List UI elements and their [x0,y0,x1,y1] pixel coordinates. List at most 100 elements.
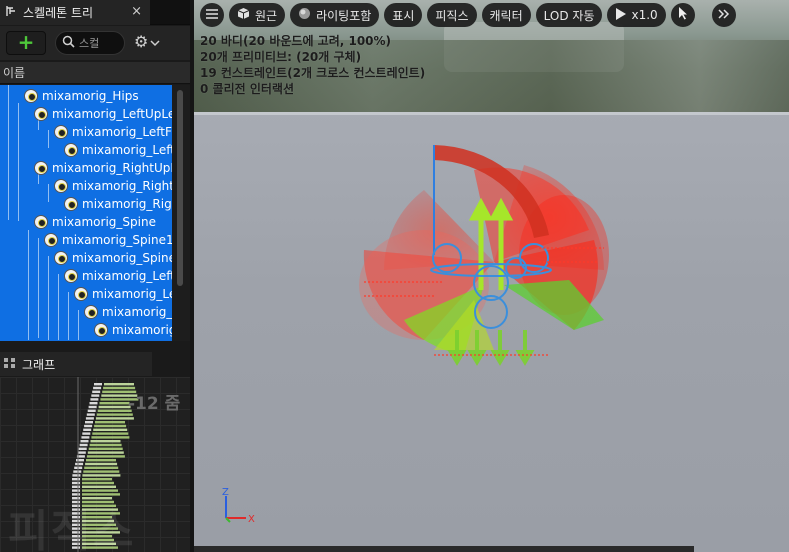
more-button[interactable] [711,3,736,27]
graph-node-pin[interactable] [91,394,100,397]
graph-node-pin[interactable] [90,398,99,401]
graph-node[interactable] [84,466,119,469]
graph-node[interactable] [85,462,118,466]
settings-button[interactable]: ⚙ [134,32,160,51]
tree-row-left-toe[interactable]: mixamorig_Left [64,141,172,159]
graph-node[interactable] [94,424,127,428]
graph-node-pin[interactable] [72,474,81,477]
graph-node-pin[interactable] [87,409,96,412]
tree-row-left-shoulder[interactable]: mixamorig_Left [64,267,172,285]
add-button[interactable]: + [6,31,46,55]
select-mode-button[interactable] [670,3,695,27]
graph-node[interactable] [82,474,121,477]
graph-node-pin[interactable] [92,390,101,393]
tree-row-hips[interactable]: mixamorig_Hips [24,87,139,105]
tree-row-spine2[interactable]: mixamorig_Spine [54,249,172,267]
graph-node[interactable] [88,447,123,450]
search-placeholder: 스컬 [79,37,100,50]
graph-node-pin[interactable] [72,485,80,488]
tab-graph[interactable]: 그래프 [0,352,152,376]
graph-node-pin[interactable] [73,470,82,473]
graph-node[interactable] [86,459,116,462]
graph-node[interactable] [83,470,120,473]
graph-node-pin[interactable] [75,462,84,466]
tree-row-left-foot[interactable]: mixamorig_LeftFo [54,123,172,141]
graph-node-pin[interactable] [88,405,97,409]
hamburger-icon [206,8,218,22]
graph-node[interactable] [92,432,129,435]
tree-row-right-toe[interactable]: mixamorig_Righ [64,195,172,213]
tree-row-right-foot[interactable]: mixamorig_Righth [54,177,172,195]
graph-node-pin[interactable] [89,402,98,405]
bone-icon [24,89,38,103]
close-icon[interactable]: × [131,4,142,19]
graph-node-pin[interactable] [85,421,93,424]
graph-node[interactable] [90,440,121,443]
graph-node[interactable] [98,405,131,409]
tree-guide [8,85,9,220]
graph-node-pin[interactable] [80,440,89,443]
perspective-button[interactable]: 원근 [229,3,286,27]
viewport-stats: 20 바디(20 바운드에 고려, 100%) 20개 프리미티브: (20개 … [200,33,425,97]
tree-row-right-up-leg[interactable]: mixamorig_RightUpL [34,159,172,177]
graph-node-pin[interactable] [76,459,84,462]
graph-node[interactable] [95,417,134,420]
graph-node[interactable] [89,443,122,447]
tree-row-left-up-leg[interactable]: mixamorig_LeftUpLe [34,105,172,123]
graph-node[interactable] [82,489,118,492]
show-button[interactable]: 표시 [384,3,423,27]
tree-row-left-hand[interactable]: mixamorig [94,321,172,339]
lighting-button[interactable]: 라이팅포함 [290,3,380,27]
graph-node[interactable] [86,455,125,458]
graph-node-pin[interactable] [86,413,95,416]
search-input[interactable]: 스컬 [55,31,125,55]
bone-icon [94,323,108,337]
tree-row-left-arm[interactable]: mixamorig_Le [74,285,172,303]
graph-node[interactable] [87,451,124,454]
stat-constraints: 19 컨스트레인트(2개 크로스 컨스트레인트) [200,66,426,80]
graph-node-pin[interactable] [81,436,90,439]
bone-label: mixamorig_Hips [42,89,139,103]
graph-node[interactable] [82,481,114,485]
character-button[interactable]: 캐릭터 [481,3,531,27]
graph-node[interactable] [82,485,116,488]
viewport-menu-button[interactable] [200,3,224,27]
tab-skeleton-tree[interactable]: 스켈레톤 트리 × [0,0,150,25]
bone-icon [54,251,68,265]
graph-node-pin[interactable] [83,428,92,431]
skeleton-tree-tab-label: 스켈레톤 트리 [23,6,94,20]
graph-node[interactable] [93,428,128,431]
graph-node-pin[interactable] [84,424,93,428]
tree-row-spine[interactable]: mixamorig_Spine [34,213,156,231]
bone-label: mixamorig_Left [82,143,172,157]
column-header-name[interactable]: 이름 [0,62,190,84]
graph-node-pin[interactable] [72,478,80,481]
graph-node-pin[interactable] [93,386,102,390]
scrollbar-thumb[interactable] [177,90,183,286]
graph-node[interactable] [82,478,112,481]
lod-button[interactable]: LOD 자동 [535,3,603,27]
graph-node[interactable] [91,436,130,439]
graph-node-pin[interactable] [78,447,87,450]
graph-node-pin[interactable] [79,443,88,447]
graph-node-pin[interactable] [82,432,91,435]
graph-node[interactable] [104,383,134,386]
tree-row-left-forearm[interactable]: mixamorig_ [84,303,172,321]
graph-canvas[interactable]: -12 줌 피직스 [0,377,190,552]
graph-node[interactable] [97,409,132,412]
graph-node-pin[interactable] [85,417,94,420]
viewport-toolbar: 원근 라이팅포함 표시 피직스 캐릭터 LOD 자동 x1.0 [194,0,789,30]
physics-button[interactable]: 피직스 [427,3,477,27]
viewport[interactable]: 원근 라이팅포함 표시 피직스 캐릭터 LOD 자동 x1.0 20 바디(20… [194,0,789,552]
play-speed-button[interactable]: x1.0 [607,3,666,27]
play-icon [615,7,627,23]
graph-node-pin[interactable] [72,489,80,492]
graph-node-pin[interactable] [72,481,80,485]
skeleton-tree-tabbar: 스켈레톤 트리 × [0,0,190,25]
graph-node[interactable] [99,402,130,405]
tree-row-spine1[interactable]: mixamorig_Spine1 [44,231,172,249]
graph-node[interactable] [95,421,125,424]
graph-node-pin[interactable] [77,451,86,454]
tree-scrollbar[interactable] [172,85,190,341]
graph-node-pin[interactable] [94,383,102,386]
